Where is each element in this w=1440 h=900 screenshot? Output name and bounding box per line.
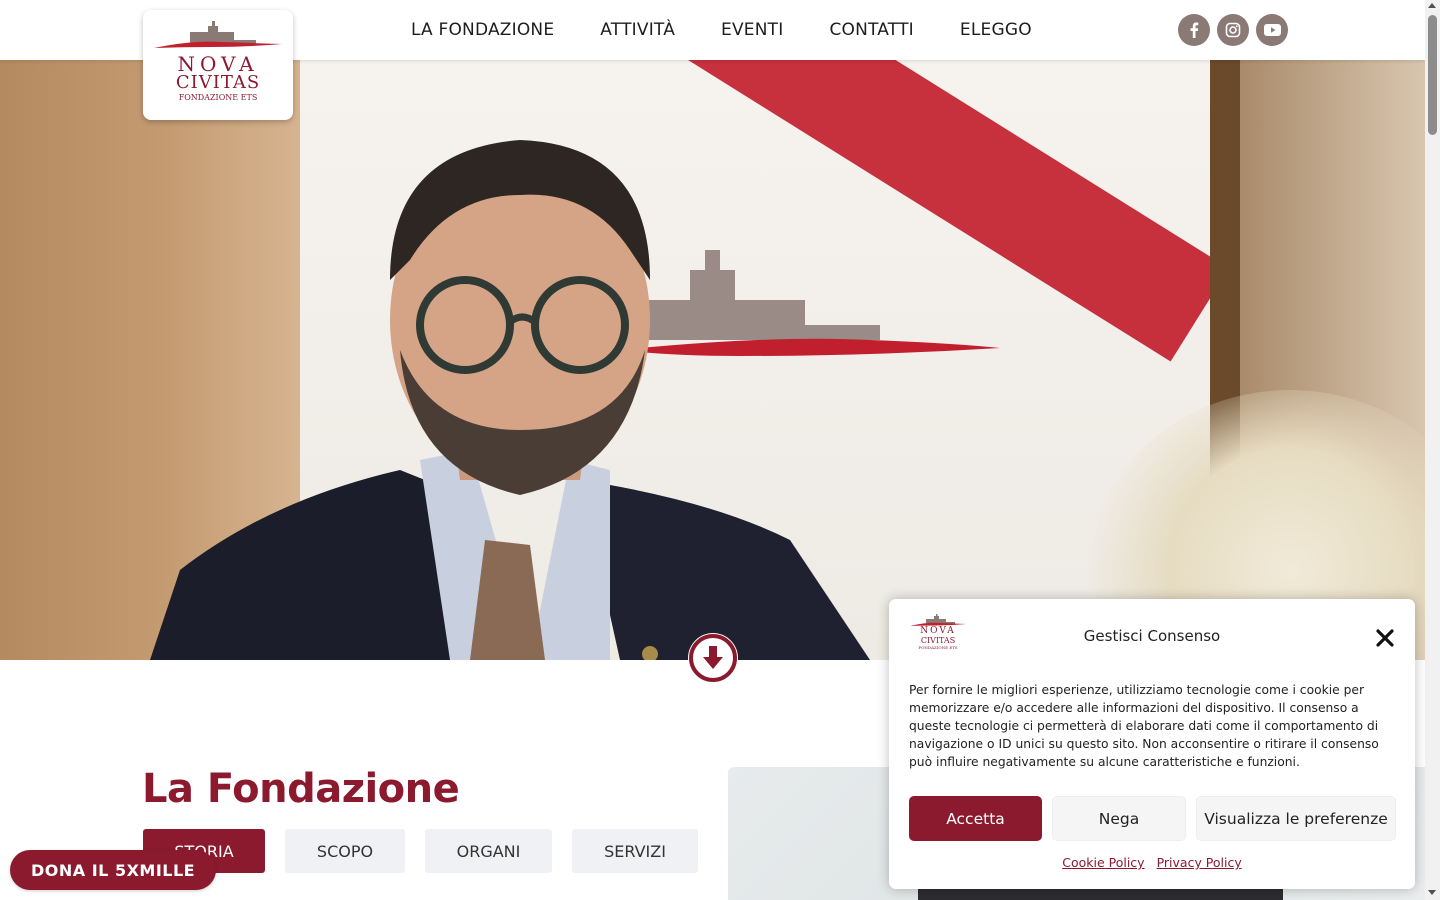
tab-servizi[interactable]: SERVIZI <box>572 829 698 873</box>
section-title: La Fondazione <box>142 766 460 812</box>
nav-item-eventi[interactable]: EVENTI <box>721 20 783 40</box>
hero-image <box>0 60 1425 660</box>
hero-portrait <box>150 140 870 660</box>
scroll-down-arrow-icon[interactable] <box>1428 890 1436 895</box>
logo-wordmark-civitas: CIVITAS <box>175 72 261 93</box>
nav-item-attivita[interactable]: ATTIVITÀ <box>600 20 675 40</box>
scrollbar-thumb[interactable] <box>1428 15 1437 135</box>
social-links <box>1178 14 1288 46</box>
cookie-dialog-text: Per fornire le migliori esperienze, util… <box>909 683 1379 769</box>
castle-logo-icon <box>910 614 966 626</box>
nav-item-contatti[interactable]: CONTATTI <box>829 20 913 40</box>
cookie-logo-subtitle: FONDAZIONE ETS <box>918 645 958 650</box>
cookie-consent-dialog: NOVA CIVITAS FONDAZIONE ETS Gestisci Con… <box>889 599 1415 889</box>
view-preferences-button[interactable]: Visualizza le preferenze <box>1196 796 1396 841</box>
nav-item-eleggo[interactable]: ELEGGO <box>960 20 1032 40</box>
cookie-dialog-title: Gestisci Consenso <box>1083 627 1221 645</box>
privacy-policy-link[interactable]: Privacy Policy <box>1157 855 1242 870</box>
nav-item-la-fondazione[interactable]: LA FONDAZIONE <box>411 20 554 40</box>
page-scrollbar[interactable] <box>1425 0 1440 900</box>
cookie-dialog-actions: Accetta Nega Visualizza le preferenze <box>909 796 1406 841</box>
tab-organi[interactable]: ORGANI <box>425 829 552 873</box>
tab-scopo[interactable]: SCOPO <box>285 829 405 873</box>
section-tabs: STORIA SCOPO ORGANI SERVIZI <box>143 829 718 873</box>
arrow-down-circle-icon[interactable] <box>688 633 738 683</box>
logo-subtitle: FONDAZIONE ETS <box>178 93 258 102</box>
youtube-icon[interactable] <box>1256 14 1288 46</box>
cookie-policy-link[interactable]: Cookie Policy <box>1062 855 1144 870</box>
logo-wordmark-nova: NOVA <box>177 52 259 76</box>
main-nav: LA FONDAZIONE ATTIVITÀ EVENTI CONTATTI E… <box>388 0 1055 60</box>
site-logo[interactable]: NOVA CIVITAS FONDAZIONE ETS <box>143 10 293 120</box>
cookie-dialog-links: Cookie Policy Privacy Policy <box>889 855 1415 870</box>
instagram-icon[interactable] <box>1217 14 1249 46</box>
accept-button[interactable]: Accetta <box>909 796 1042 841</box>
facebook-icon[interactable] <box>1178 14 1210 46</box>
close-icon[interactable] <box>1374 627 1396 649</box>
scroll-up-arrow-icon[interactable] <box>1428 3 1436 8</box>
donate-5xmille-button[interactable]: DONA IL 5XMILLE <box>10 850 217 890</box>
deny-button[interactable]: Nega <box>1052 796 1186 841</box>
castle-logo-icon <box>154 21 282 48</box>
